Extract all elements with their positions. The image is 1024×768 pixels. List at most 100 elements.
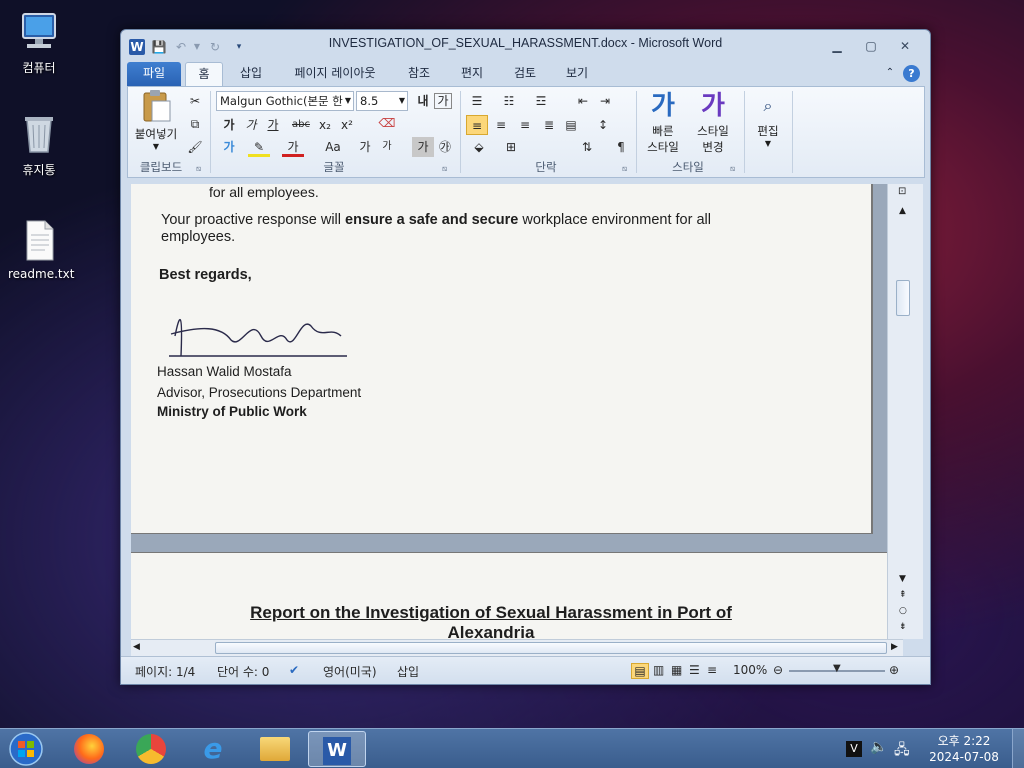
hscroll-thumb[interactable] — [215, 642, 887, 654]
network-icon[interactable]: 🖧 — [894, 739, 910, 763]
decrease-indent-icon[interactable]: ⇤ — [572, 91, 594, 111]
maximize-button[interactable]: ▢ — [859, 38, 883, 54]
prev-page-icon[interactable]: ⇞ — [899, 590, 907, 600]
next-page-icon[interactable]: ⇟ — [899, 622, 907, 632]
sort-icon[interactable]: ⇅ — [576, 137, 598, 157]
tab-page-layout[interactable]: 페이지 레이아웃 — [285, 62, 385, 86]
clock[interactable]: 오후 2:22 2024-07-08 — [924, 733, 1004, 765]
cut-icon[interactable]: ✂ — [184, 91, 206, 111]
keyboard-icon[interactable]: V — [846, 741, 862, 757]
align-left-icon[interactable]: ≡ — [466, 115, 488, 135]
superscript-button[interactable]: x² — [336, 115, 358, 135]
font-name-combo[interactable]: Malgun Gothic(본문 한 ▼ — [216, 91, 354, 111]
line-spacing-icon[interactable]: ↕ — [592, 115, 614, 135]
volume-icon[interactable]: 🔈 — [870, 739, 887, 755]
grow-font-button[interactable]: 내 — [412, 91, 434, 111]
tab-review[interactable]: 검토 — [505, 62, 545, 86]
numbering-icon[interactable]: ☷ — [498, 91, 520, 111]
shading-icon[interactable]: ⬙ — [468, 137, 490, 157]
shrink-font-button[interactable]: 가 — [434, 93, 452, 109]
enclose-char-button[interactable]: ㉮ — [434, 137, 456, 157]
italic-button[interactable]: 가 — [240, 115, 262, 135]
tab-insert[interactable]: 삽입 — [231, 62, 271, 86]
align-center-icon[interactable]: ≡ — [490, 115, 512, 135]
start-button[interactable] — [4, 731, 48, 767]
explorer-taskbar-button[interactable] — [250, 731, 300, 767]
ruler-toggle-icon[interactable]: ⊡ — [898, 186, 906, 197]
browse-object-icon[interactable]: ○ — [899, 606, 907, 616]
full-screen-reading-icon[interactable]: ▥ — [653, 663, 664, 677]
distribute-icon[interactable]: ▤ — [560, 115, 582, 135]
web-layout-icon[interactable]: ▦ — [671, 663, 682, 677]
document-area[interactable]: for all employees. Your proactive respon… — [131, 184, 887, 639]
help-icon[interactable]: ? — [903, 65, 920, 82]
zoom-slider-thumb[interactable]: ▼ — [833, 663, 841, 674]
print-layout-view-icon[interactable]: ▤ — [631, 663, 649, 679]
text-effects-icon[interactable]: 가 — [218, 137, 240, 157]
scroll-up-icon[interactable]: ▲ — [899, 206, 906, 216]
clipboard-launcher-icon[interactable]: ⧅ — [196, 164, 201, 174]
bold-button[interactable]: 가 — [218, 115, 240, 135]
desktop-icon-computer[interactable]: 컴퓨터 — [8, 10, 70, 76]
paste-button[interactable]: 붙여넣기 ▼ — [132, 89, 180, 155]
document-page-2: Report on the Investigation of Sexual Ha… — [131, 552, 887, 639]
horizontal-scrollbar[interactable]: ◀ ▶ — [131, 639, 903, 656]
tab-view[interactable]: 보기 — [557, 62, 597, 86]
word-count[interactable]: 단어 수: 0 — [217, 663, 269, 680]
bullets-icon[interactable]: ☰ — [466, 91, 488, 111]
clear-format-icon[interactable]: ⌫ — [376, 113, 398, 133]
multilevel-list-icon[interactable]: ☲ — [530, 91, 552, 111]
copy-icon[interactable]: ⧉ — [184, 114, 206, 134]
show-marks-icon[interactable]: ¶ — [610, 137, 632, 157]
font-color-button[interactable]: 가 — [282, 137, 304, 157]
change-case-button[interactable]: Aa — [322, 137, 344, 157]
paragraph-launcher-icon[interactable]: ⧅ — [622, 164, 627, 174]
vertical-scrollbar[interactable]: ⊡ ▲ ▼ ⇞ ○ ⇟ — [887, 184, 923, 639]
minimize-button[interactable]: ▁ — [825, 38, 849, 54]
quick-styles-button[interactable]: 가 빠른 스타일 — [640, 89, 686, 155]
tab-home[interactable]: 홈 — [185, 62, 223, 86]
scroll-left-icon[interactable]: ◀ — [133, 642, 140, 652]
char-shading-button[interactable]: 가 — [412, 137, 434, 157]
proofing-icon[interactable]: ✔ — [289, 663, 299, 677]
scroll-thumb[interactable] — [896, 280, 910, 316]
format-painter-icon[interactable]: 🖌 — [184, 137, 206, 157]
justify-icon[interactable]: ≣ — [538, 115, 560, 135]
tab-file[interactable]: 파일 — [127, 62, 181, 86]
word-taskbar-button[interactable]: W — [308, 731, 366, 767]
show-desktop-button[interactable] — [1012, 729, 1024, 768]
styles-launcher-icon[interactable]: ⧅ — [730, 164, 735, 174]
zoom-out-icon[interactable]: ⊖ — [773, 663, 783, 677]
ie-taskbar-button[interactable]: e — [188, 731, 238, 767]
tab-mailings[interactable]: 편지 — [452, 62, 492, 86]
close-button[interactable]: ✕ — [893, 38, 917, 54]
increase-indent-icon[interactable]: ⇥ — [594, 91, 616, 111]
grow-font-icon[interactable]: 가 — [354, 137, 376, 157]
draft-view-icon[interactable]: ≡ — [707, 663, 717, 677]
font-launcher-icon[interactable]: ⧅ — [442, 164, 447, 174]
strikethrough-button[interactable]: abc — [290, 115, 312, 135]
ribbon-collapse-icon[interactable]: ⌃ — [881, 62, 899, 86]
page-count[interactable]: 페이지: 1/4 — [135, 663, 195, 680]
highlight-icon[interactable]: ✎ — [248, 137, 270, 157]
chrome-taskbar-button[interactable] — [126, 731, 176, 767]
desktop-icon-readme[interactable]: readme.txt — [8, 218, 74, 281]
zoom-level[interactable]: 100% — [733, 663, 767, 677]
desktop-icon-recycle-bin[interactable]: 휴지통 — [8, 112, 70, 178]
language[interactable]: 영어(미국) — [323, 663, 377, 680]
subscript-button[interactable]: x₂ — [314, 115, 336, 135]
change-styles-button[interactable]: 가 스타일 변경 — [690, 89, 736, 155]
scroll-right-icon[interactable]: ▶ — [891, 642, 898, 652]
outline-view-icon[interactable]: ☰ — [689, 663, 700, 677]
zoom-in-icon[interactable]: ⊕ — [889, 663, 899, 677]
underline-button[interactable]: 가 — [262, 115, 284, 135]
tab-references[interactable]: 참조 — [399, 62, 439, 86]
align-right-icon[interactable]: ≡ — [514, 115, 536, 135]
font-size-combo[interactable]: 8.5 ▼ — [356, 91, 408, 111]
editing-button[interactable]: ⌕ 편집 ▼ — [748, 89, 788, 148]
firefox-taskbar-button[interactable] — [64, 731, 114, 767]
shrink-font-icon[interactable]: 가 — [376, 137, 398, 157]
scroll-down-icon[interactable]: ▼ — [899, 574, 906, 584]
insert-mode[interactable]: 삽입 — [397, 663, 419, 680]
borders-icon[interactable]: ⊞ — [500, 137, 522, 157]
